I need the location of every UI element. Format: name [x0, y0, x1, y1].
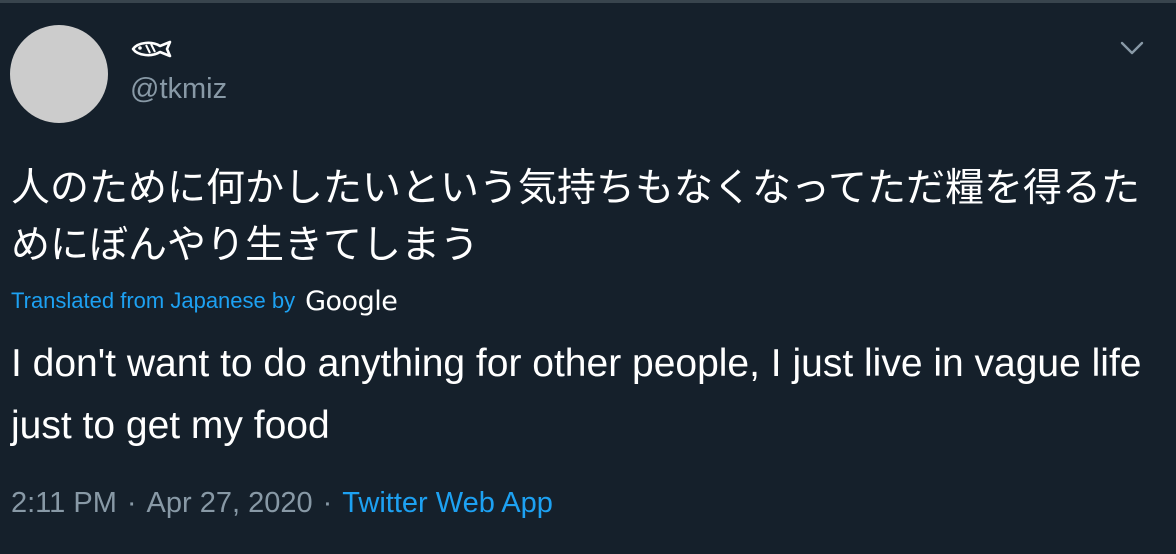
avatar[interactable]: [10, 25, 108, 123]
separator: ·: [322, 486, 333, 519]
display-name-fish-icon[interactable]: [130, 38, 174, 60]
more-options-button[interactable]: [1118, 38, 1146, 58]
translation-attribution: Translated from Japanese by Google: [11, 284, 398, 318]
tweet-translation: I don't want to do anything for other pe…: [11, 342, 1142, 447]
translated-from-link[interactable]: Translated from Japanese by: [11, 288, 295, 314]
tweet-date[interactable]: Apr 27, 2020: [147, 487, 313, 520]
fish-icon: [131, 40, 172, 58]
tweet-time[interactable]: 2:11 PM: [11, 487, 117, 520]
tweet-source-link[interactable]: Twitter Web App: [342, 487, 553, 520]
chevron-down-icon: [1120, 41, 1144, 55]
separator: ·: [126, 486, 137, 519]
user-handle[interactable]: @tkmiz: [130, 72, 227, 106]
google-logo: Google: [305, 285, 398, 317]
tweet-metadata: 2:11 PM · Apr 27, 2020 · Twitter Web App: [11, 485, 553, 521]
tweet-original-text: 人のために何かしたいという気持ちもなくなってただ糧を得るためにぼんやり生きてしま…: [11, 166, 1141, 268]
top-divider: [0, 0, 1176, 3]
